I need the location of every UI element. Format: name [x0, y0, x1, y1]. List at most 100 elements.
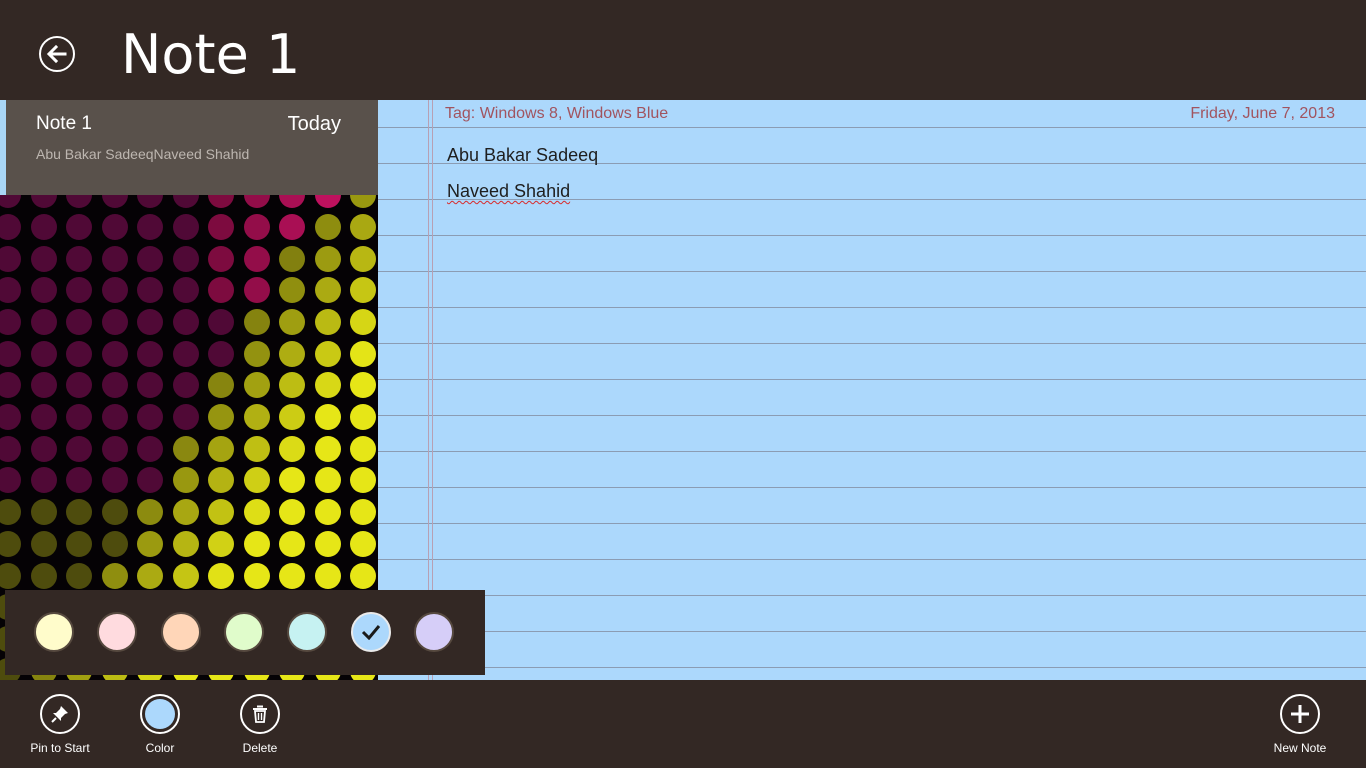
- wallpaper-dot: [30, 499, 57, 526]
- wallpaper-dot: [208, 340, 234, 367]
- wallpaper-dot: [137, 467, 163, 494]
- wallpaper-dot: [314, 404, 341, 430]
- note-date: Friday, June 7, 2013: [1190, 105, 1335, 122]
- wallpaper-dot: [30, 404, 57, 430]
- wallpaper-dot: [208, 435, 234, 462]
- wallpaper-dot: [137, 213, 163, 240]
- wallpaper-dot: [279, 308, 305, 335]
- wallpaper-dot: [172, 308, 199, 335]
- wallpaper-dot: [350, 245, 376, 272]
- delete-button-ring: [240, 694, 280, 734]
- wallpaper-dot: [172, 467, 199, 494]
- wallpaper-dot: [172, 530, 199, 557]
- wallpaper-dot: [279, 435, 305, 462]
- color-button[interactable]: Color: [110, 680, 210, 768]
- wallpaper-dot: [279, 499, 305, 526]
- wallpaper-dot: [208, 530, 234, 557]
- wallpaper-dot: [172, 213, 199, 240]
- wallpaper-dot: [350, 340, 376, 367]
- wallpaper-dot: [243, 530, 270, 557]
- wallpaper-dot: [0, 467, 21, 494]
- wallpaper-dot: [350, 404, 376, 430]
- note-item-date: Today: [287, 113, 341, 135]
- note-text-line[interactable]: Naveed Shahid: [447, 181, 570, 202]
- wallpaper-dot: [279, 213, 305, 240]
- color-swatch[interactable]: [350, 612, 391, 652]
- wallpaper-dot: [30, 530, 57, 557]
- wallpaper-dot: [30, 308, 57, 335]
- wallpaper-dot: [101, 308, 128, 335]
- pin-button-ring: [40, 694, 80, 734]
- new-note-button-ring: [1280, 694, 1320, 734]
- note-text-line[interactable]: Abu Bakar Sadeeq: [447, 145, 598, 166]
- wallpaper-dot: [101, 213, 128, 240]
- wallpaper-dot: [137, 404, 163, 430]
- wallpaper-dot: [243, 213, 270, 240]
- wallpaper-dot: [0, 213, 21, 240]
- back-button[interactable]: [39, 36, 75, 72]
- wallpaper-dot: [66, 213, 92, 240]
- color-label: Color: [145, 741, 175, 755]
- wallpaper-dot: [137, 372, 163, 399]
- wallpaper-dot: [66, 372, 92, 399]
- wallpaper-dot: [101, 245, 128, 272]
- wallpaper-dot: [137, 340, 163, 367]
- delete-button[interactable]: Delete: [210, 680, 310, 768]
- wallpaper-dot: [314, 245, 341, 272]
- wallpaper-dot: [350, 467, 376, 494]
- wallpaper-dot: [314, 372, 341, 399]
- wallpaper-dot: [30, 562, 57, 589]
- new-note-button[interactable]: New Note: [1250, 680, 1350, 768]
- wallpaper-dot: [243, 308, 270, 335]
- wallpaper-dot: [350, 372, 376, 399]
- wallpaper-dot: [66, 245, 92, 272]
- color-swatch[interactable]: [34, 612, 74, 652]
- wallpaper-dot: [350, 562, 376, 589]
- wallpaper-dot: [243, 467, 270, 494]
- wallpaper-dot: [243, 372, 270, 399]
- wallpaper-dot: [66, 467, 92, 494]
- wallpaper-dot: [0, 245, 21, 272]
- wallpaper-dot: [101, 340, 128, 367]
- wallpaper-dot: [101, 562, 128, 589]
- wallpaper-dot: [66, 308, 92, 335]
- wallpaper-dot: [314, 308, 341, 335]
- wallpaper-dot: [137, 530, 163, 557]
- wallpaper-dot: [30, 213, 57, 240]
- wallpaper-dot: [30, 245, 57, 272]
- wallpaper-dot: [172, 435, 199, 462]
- wallpaper-dot: [101, 277, 128, 304]
- wallpaper-dot: [0, 372, 21, 399]
- color-swatch[interactable]: [413, 612, 454, 652]
- wallpaper-dot: [30, 340, 57, 367]
- note-list-item[interactable]: Note 1 Today Abu Bakar SadeeqNaveed Shah…: [0, 100, 378, 195]
- color-swatch[interactable]: [97, 612, 138, 652]
- wallpaper-dot: [172, 245, 199, 272]
- wallpaper-dot: [350, 499, 376, 526]
- wallpaper-dot: [279, 277, 305, 304]
- wallpaper-dot: [279, 340, 305, 367]
- pin-to-start-button[interactable]: Pin to Start: [10, 680, 110, 768]
- note-editor[interactable]: Tag: Windows 8, Windows Blue Friday, Jun…: [378, 100, 1366, 680]
- color-swatch[interactable]: [223, 612, 264, 652]
- color-swatch[interactable]: [287, 612, 328, 652]
- wallpaper-dot: [66, 499, 92, 526]
- color-swatch[interactable]: [160, 612, 201, 652]
- wallpaper-dot: [172, 562, 199, 589]
- app-bar: Pin to Start Color Delete New Note: [0, 680, 1366, 768]
- wallpaper-dot: [66, 435, 92, 462]
- back-arrow-icon: [46, 44, 67, 64]
- wallpaper-dot: [0, 308, 21, 335]
- wallpaper-dot: [30, 372, 57, 399]
- wallpaper-dot: [208, 277, 234, 304]
- note-tags[interactable]: Tag: Windows 8, Windows Blue: [445, 105, 668, 123]
- wallpaper-dot: [137, 435, 163, 462]
- wallpaper-dot: [314, 340, 341, 367]
- wallpaper-dot: [0, 562, 21, 589]
- wallpaper-dot: [172, 499, 199, 526]
- wallpaper-dot: [101, 530, 128, 557]
- wallpaper-dot: [279, 404, 305, 430]
- wallpaper-dot: [243, 435, 270, 462]
- wallpaper-dot: [279, 245, 305, 272]
- wallpaper-dot: [101, 499, 128, 526]
